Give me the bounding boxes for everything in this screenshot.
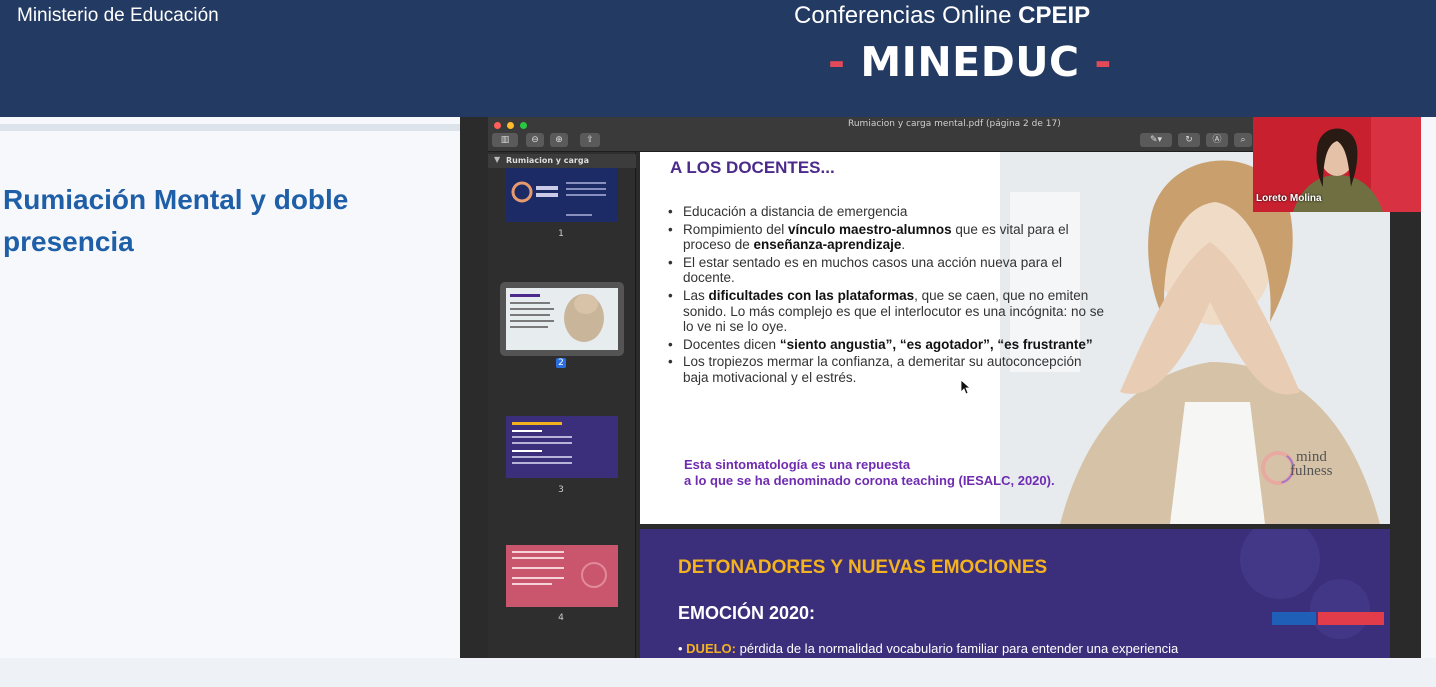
conference-prefix: Conferencias Online: [794, 2, 1012, 29]
speaker-camera-tile: Loreto Molina: [1253, 117, 1421, 212]
zoom-in-icon[interactable]: ⊕: [550, 133, 568, 147]
shared-screen: ▥ ⊖ ⊕ ⇪ Rumiacion y carga mental.pdf (pá…: [460, 117, 1421, 658]
slide-note: Esta sintomatología es una repuesta a lo…: [684, 457, 1055, 489]
page-thumbnail-4[interactable]: [506, 545, 618, 607]
slide-bullet-list: Educación a distancia de emergencia Romp…: [666, 204, 1106, 388]
slide-note-line-2: a lo que se ha denominado corona teachin…: [684, 473, 1055, 488]
bullet-4-bold: dificultades con las plataformas: [708, 287, 915, 303]
next-slide-subheading: EMOCIÓN 2020:: [678, 603, 816, 623]
thumbnail-sidebar: Rumiacion y carga mental.pdf ▼ 1: [488, 152, 636, 658]
next-slide-line: • DUELO: pérdida de la normalidad vocabu…: [678, 641, 1179, 656]
slide-bullet-6: Los tropiezos mermar la confianza, a dem…: [666, 354, 1106, 385]
brand-title: - MINEDUC -: [828, 38, 1112, 86]
thumbnail-4-number: 4: [558, 613, 564, 623]
rotate-icon[interactable]: ↻: [1178, 133, 1200, 147]
zoom-out-icon[interactable]: ⊖: [526, 133, 544, 147]
slide-bullet-1: Educación a distancia de emergencia: [666, 204, 1106, 220]
bullet-2-bold: vínculo maestro-alumnos: [788, 221, 952, 237]
document-title: Rumiacion y carga mental.pdf (página 2 d…: [848, 119, 1061, 129]
bullet-4-text: Las: [683, 287, 709, 303]
bullet-5-text: Docentes dicen: [683, 336, 780, 352]
bullet-2-bold-b: enseñanza-aprendizaje: [753, 237, 902, 253]
pdf-page-3: DETONADORES Y NUEVAS EMOCIONES EMOCIÓN 2…: [640, 529, 1390, 658]
sidebar-document-title: Rumiacion y carga mental.pdf: [488, 154, 636, 179]
conference-title: Conferencias Online CPEIP: [794, 2, 1090, 30]
conference-org: CPEIP: [1018, 2, 1091, 29]
next-line-bold: DUELO:: [686, 641, 737, 656]
brand-dash-right: -: [1094, 38, 1112, 86]
thumbnail-4-image: [506, 545, 618, 607]
topic-panel: Rumiación Mental y doble presencia: [0, 117, 460, 687]
flag-stripe-icon: [1272, 612, 1384, 625]
logo-word-fulness: fulness: [1290, 463, 1333, 479]
header-banner: Ministerio de Educación Conferencias Onl…: [0, 0, 1436, 117]
next-slide-heading: DETONADORES Y NUEVAS EMOCIONES: [678, 557, 1048, 578]
maximize-window-icon[interactable]: [520, 122, 527, 129]
slide-bullet-4: Las dificultades con las plataformas, qu…: [666, 288, 1106, 335]
topic-title: Rumiación Mental y doble presencia: [3, 184, 349, 257]
page-thumbnail-1[interactable]: [506, 168, 618, 230]
brand-dash-left: -: [828, 38, 846, 86]
slide-bullet-3: El estar sentado es en muchos casos una …: [666, 255, 1106, 286]
collapse-triangle-icon[interactable]: ▼: [494, 155, 500, 164]
thumbnail-2-image: [506, 288, 618, 350]
bullet-3-text: El estar sentado es en muchos casos una …: [683, 254, 1062, 286]
search-icon[interactable]: ⌕: [1234, 133, 1252, 147]
close-window-icon[interactable]: [494, 122, 501, 129]
slide-bullet-5: Docentes dicen “siento angustia”, “es ag…: [666, 337, 1106, 353]
page-thumbnail-2[interactable]: [506, 288, 618, 350]
thumbnail-1-number: 1: [558, 229, 564, 239]
screen-margin: [460, 117, 488, 658]
slide-heading: A LOS DOCENTES...: [670, 158, 835, 177]
bullet-2-text-c: .: [901, 237, 906, 253]
thumbnail-3-image: [506, 416, 618, 478]
bullet-2-text: Rompimiento del: [683, 221, 789, 237]
next-line-text: pérdida de la normalidad vocabulario fam…: [736, 641, 1179, 656]
thumbnail-3-number: 3: [558, 485, 564, 495]
topic-divider: [0, 124, 460, 131]
slide-note-line-1: Esta sintomatología es una repuesta: [684, 457, 911, 472]
pdf-scrollbar[interactable]: [1390, 152, 1421, 658]
minimize-window-icon[interactable]: [507, 122, 514, 129]
thumbnail-2-number: 2: [558, 358, 564, 368]
markup-pen-icon[interactable]: ✎▾: [1140, 133, 1172, 147]
footer-bar: [0, 658, 1436, 687]
ministry-label: Ministerio de Educación: [17, 5, 219, 26]
next-slide-pattern-image: [1240, 529, 1370, 639]
speaker-name-label: Loreto Molina: [1256, 193, 1322, 204]
bullet-1-text: Educación a distancia de emergencia: [683, 204, 908, 219]
share-icon[interactable]: ⇪: [580, 133, 600, 147]
bullet-5-bold: “siento angustia”, “es agotador”, “es fr…: [779, 336, 1093, 352]
annotate-icon[interactable]: Ⓐ: [1206, 133, 1228, 147]
brand-name: MINEDUC: [860, 38, 1080, 86]
slide-bullet-2: Rompimiento del vínculo maestro-alumnos …: [666, 222, 1106, 253]
bullet-6-text: Los tropiezos mermar la confianza, a dem…: [683, 354, 1082, 385]
thumbnail-1-image: [506, 168, 618, 222]
sidebar-toggle-icon[interactable]: ▥: [492, 133, 518, 147]
page-thumbnail-3[interactable]: [506, 416, 618, 478]
mindfulness-logo: mind fulness: [1258, 448, 1358, 494]
mouse-cursor-icon: [960, 379, 970, 395]
logo-word-mind: mind: [1296, 449, 1327, 465]
